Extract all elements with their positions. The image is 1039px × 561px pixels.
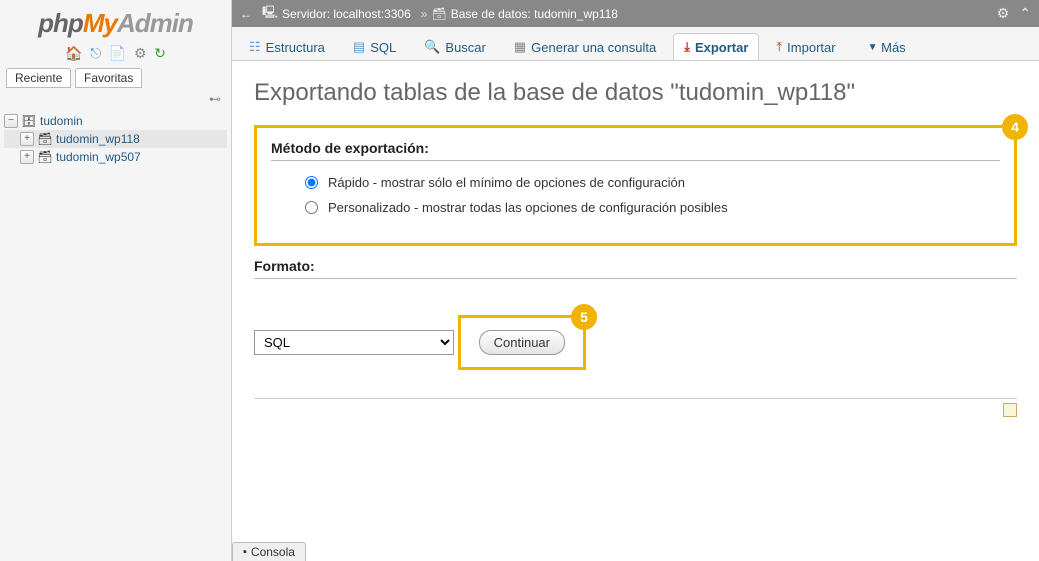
- breadcrumb-separator: »: [421, 7, 428, 21]
- breadcrumb: ← 🖳 Servidor: localhost:3306 » 🗃 Base de…: [232, 0, 1039, 27]
- main: ← 🖳 Servidor: localhost:3306 » 🗃 Base de…: [232, 0, 1039, 561]
- settings-icon[interactable]: ⚙: [134, 45, 147, 62]
- tree-db1[interactable]: + 🗃 tudomin_wp118: [4, 130, 227, 148]
- collapse-icon[interactable]: −: [4, 114, 18, 128]
- annotation-badge-4: 4: [1002, 114, 1028, 140]
- console-icon: ▪: [243, 546, 247, 558]
- search-icon: 🔍: [424, 39, 440, 55]
- expand-icon[interactable]: +: [20, 132, 34, 146]
- logout-icon[interactable]: ⎋: [90, 45, 101, 62]
- tab-import-label: Importar: [787, 40, 835, 55]
- back-icon[interactable]: ←: [240, 7, 252, 21]
- bookmark-icon[interactable]: [1003, 403, 1017, 417]
- console-tab: ▪ Consola: [232, 542, 306, 561]
- gear-icon[interactable]: ⚙: [997, 5, 1010, 22]
- bc-db-value: tudomin_wp118: [534, 7, 618, 21]
- tree-db2-label: tudomin_wp507: [56, 150, 141, 164]
- tab-query-label: Generar una consulta: [531, 40, 656, 55]
- collapse-up-icon[interactable]: ⌃: [1019, 5, 1031, 22]
- tab-search[interactable]: 🔍 Buscar: [413, 33, 497, 60]
- logo[interactable]: phpMyAdmin: [0, 0, 231, 41]
- expand-icon[interactable]: +: [20, 150, 34, 164]
- link-icon[interactable]: ⊷: [0, 88, 231, 108]
- tab-export[interactable]: ⤓ Exportar: [673, 33, 759, 60]
- tab-structure[interactable]: ☷ Estructura: [238, 33, 336, 60]
- bc-server-value: localhost:3306: [333, 7, 410, 21]
- console-label: Consola: [251, 545, 295, 559]
- tab-query[interactable]: ▦ Generar una consulta: [503, 33, 667, 60]
- format-select[interactable]: SQL: [254, 330, 454, 355]
- breadcrumb-database[interactable]: 🗃 Base de datos: tudomin_wp118: [431, 7, 617, 21]
- nav-tabs: ☷ Estructura ▤ SQL 🔍 Buscar ▦ Generar una co…: [232, 27, 1039, 61]
- logo-admin: Admin: [117, 8, 193, 38]
- bc-db-label: Base de datos:: [451, 7, 531, 21]
- server-icon: 🖳: [262, 3, 278, 24]
- server-icon: 🗄: [22, 114, 36, 128]
- database-icon: 🗃: [38, 150, 52, 164]
- tree-root[interactable]: − 🗄 tudomin: [4, 112, 227, 130]
- tree-db1-label: tudomin_wp118: [56, 132, 140, 146]
- radio-quick-input[interactable]: [305, 176, 318, 189]
- tab-structure-label: Estructura: [266, 40, 325, 55]
- footer: [254, 398, 1017, 420]
- tab-more[interactable]: ▼ Más: [853, 33, 917, 60]
- query-icon: ▦: [514, 39, 526, 55]
- continue-box: 5 Continuar: [458, 315, 586, 370]
- tab-search-label: Buscar: [445, 40, 485, 55]
- page-title: Exportando tablas de la base de datos "t…: [254, 79, 1017, 107]
- sidebar-tabs: Reciente Favoritas: [0, 68, 231, 88]
- tab-more-label: Más: [881, 40, 906, 55]
- radio-quick-label: Rápido - mostrar sólo el mínimo de opcio…: [328, 175, 685, 190]
- bc-server-label: Servidor:: [282, 7, 330, 21]
- annotation-badge-5: 5: [571, 304, 597, 330]
- sql-icon: ▤: [353, 39, 365, 55]
- breadcrumb-server[interactable]: 🖳 Servidor: localhost:3306: [262, 3, 411, 24]
- caret-down-icon: ▼: [868, 42, 878, 53]
- docs-icon[interactable]: 📄: [109, 45, 126, 62]
- radio-custom[interactable]: Personalizado - mostrar todas las opcion…: [305, 200, 1000, 215]
- tab-import[interactable]: ⤒ Importar: [765, 33, 846, 60]
- console-button[interactable]: ▪ Consola: [232, 542, 306, 561]
- tree-root-label: tudomin: [40, 114, 83, 128]
- tab-sql-label: SQL: [370, 40, 396, 55]
- db-tree: − 🗄 tudomin + 🗃 tudomin_wp118 + 🗃 tudomi…: [0, 108, 231, 170]
- import-icon: ⤒: [776, 39, 782, 55]
- tab-favorites[interactable]: Favoritas: [75, 68, 142, 88]
- home-icon[interactable]: 🏠: [65, 45, 82, 62]
- tab-sql[interactable]: ▤ SQL: [342, 33, 407, 60]
- content: Exportando tablas de la base de datos "t…: [232, 61, 1039, 438]
- export-icon: ⤓: [684, 39, 690, 55]
- format-title: Formato:: [254, 258, 1017, 279]
- tab-recent[interactable]: Reciente: [6, 68, 71, 88]
- tree-db2[interactable]: + 🗃 tudomin_wp507: [4, 148, 227, 166]
- sidebar-icon-row: 🏠 ⎋ 📄 ⚙ ↻: [0, 41, 231, 68]
- radio-custom-input[interactable]: [305, 201, 318, 214]
- continue-button[interactable]: Continuar: [479, 330, 565, 355]
- sidebar: phpMyAdmin 🏠 ⎋ 📄 ⚙ ↻ Reciente Favoritas …: [0, 0, 232, 561]
- tab-export-label: Exportar: [695, 40, 748, 55]
- reload-icon[interactable]: ↻: [154, 45, 166, 62]
- logo-php: php: [38, 8, 83, 38]
- radio-quick[interactable]: Rápido - mostrar sólo el mínimo de opcio…: [305, 175, 1000, 190]
- radio-custom-label: Personalizado - mostrar todas las opcion…: [328, 200, 728, 215]
- export-method-box: 4 Método de exportación: Rápido - mostra…: [254, 125, 1017, 246]
- structure-icon: ☷: [249, 39, 261, 55]
- database-icon: 🗃: [38, 132, 52, 146]
- database-icon: 🗃: [431, 7, 446, 21]
- logo-my: My: [83, 8, 117, 38]
- method-title: Método de exportación:: [271, 140, 1000, 161]
